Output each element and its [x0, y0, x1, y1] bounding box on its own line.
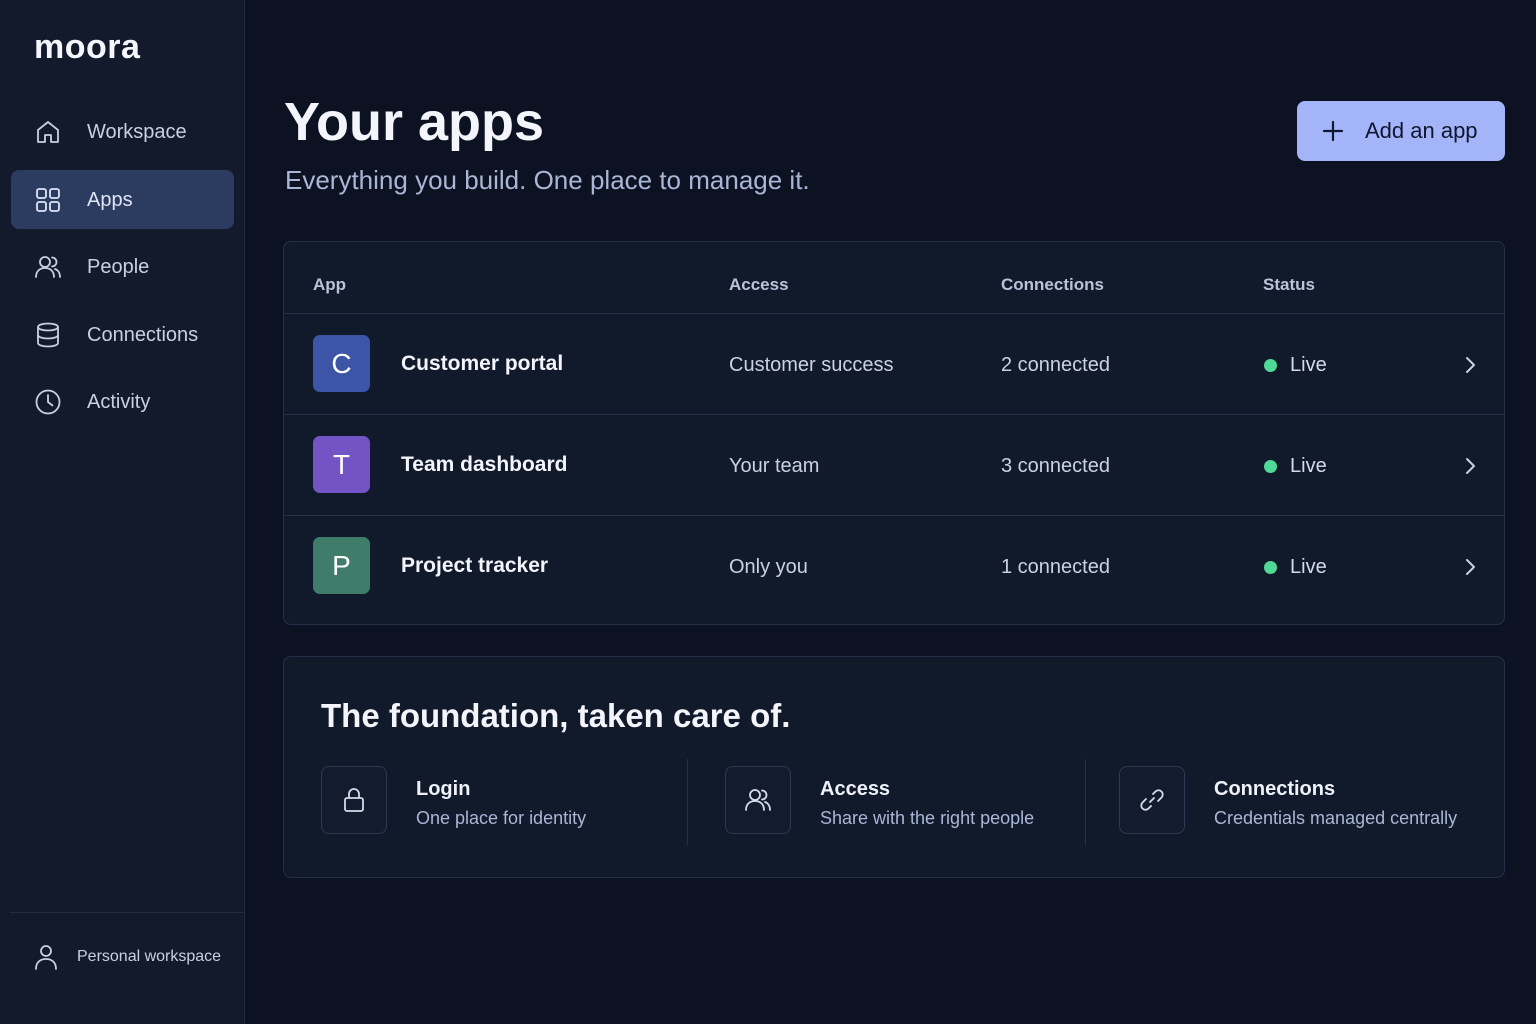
apps-table: App Access Connections Status C Customer…: [283, 241, 1505, 625]
app-root: moora Workspace Apps People Connections …: [0, 0, 1536, 1024]
status-badge: Live: [1290, 455, 1327, 477]
sidebar-item-label: Connections: [87, 323, 199, 346]
app-connections: 3 connected: [1001, 455, 1110, 477]
chevron-right-icon[interactable]: [1460, 455, 1480, 477]
sidebar-footer: Personal workspace: [10, 912, 244, 1024]
app-name: Customer portal: [401, 352, 564, 375]
column-header-access: Access: [729, 275, 789, 294]
plus-icon: [1322, 120, 1344, 142]
feature-desc: Credentials managed centrally: [1214, 808, 1458, 828]
foundation-title: The foundation, taken care of.: [321, 697, 791, 734]
column-header-app: App: [313, 275, 347, 294]
foundation-card: The foundation, taken care of. Login One…: [283, 656, 1505, 878]
table-row[interactable]: C Customer portal Customer success 2 con…: [284, 314, 1504, 415]
app-name: Team dashboard: [401, 453, 568, 476]
user-icon: [35, 945, 57, 970]
add-app-button-label: Add an app: [1365, 118, 1478, 143]
status-dot: [1264, 460, 1277, 473]
app-avatar: P: [313, 537, 370, 594]
workspace-name: Personal workspace: [77, 948, 222, 965]
app-connections: 1 connected: [1001, 556, 1110, 578]
sidebar-nav: Workspace Apps People Connections Activi…: [11, 102, 234, 440]
status-badge: Live: [1290, 354, 1327, 376]
sidebar-item-workspace[interactable]: Workspace: [11, 102, 234, 161]
app-avatar: C: [313, 335, 370, 392]
feature-title: Connections: [1214, 778, 1336, 800]
table-row[interactable]: T Team dashboard Your team 3 connected L…: [284, 415, 1504, 516]
feature-icon-box: [1119, 766, 1185, 834]
app-access: Only you: [729, 556, 808, 578]
app-name: Project tracker: [401, 554, 549, 577]
sidebar-item-label: Apps: [87, 188, 133, 211]
sidebar-item-people[interactable]: People: [11, 237, 234, 296]
sidebar: moora Workspace Apps People Connections …: [0, 0, 245, 1024]
chevron-right-icon[interactable]: [1460, 556, 1480, 578]
sidebar-item-connections[interactable]: Connections: [11, 305, 234, 364]
people-icon: [745, 789, 771, 811]
status-badge: Live: [1290, 556, 1327, 578]
clock-icon: [35, 389, 61, 415]
divider: [687, 759, 688, 845]
app-access: Your team: [729, 455, 820, 477]
status-dot: [1264, 359, 1277, 372]
feature-title: Access: [820, 778, 891, 800]
database-icon: [37, 322, 59, 347]
chevron-right-icon[interactable]: [1460, 354, 1480, 376]
column-header-status: Status: [1263, 275, 1315, 294]
feature-icon-box: [725, 766, 791, 834]
sidebar-item-label: People: [87, 256, 150, 278]
page-subtitle: Everything you build. One place to manag…: [285, 165, 810, 195]
sidebar-item-activity[interactable]: Activity: [11, 372, 234, 431]
workspace-switcher[interactable]: Personal workspace: [32, 943, 221, 971]
feature-desc: Share with the right people: [820, 808, 1035, 828]
sidebar-item-label: Activity: [87, 391, 151, 413]
brand-logo[interactable]: moora: [34, 28, 140, 67]
status-dot: [1264, 561, 1277, 574]
add-app-button[interactable]: Add an app: [1297, 101, 1505, 161]
app-avatar: T: [313, 436, 370, 493]
divider: [1085, 759, 1086, 845]
column-header-connections: Connections: [1001, 275, 1104, 294]
app-connections: 2 connected: [1001, 354, 1110, 376]
sidebar-item-apps[interactable]: Apps: [11, 169, 234, 229]
sidebar-item-label: Workspace: [87, 121, 187, 143]
app-access: Customer success: [729, 354, 894, 376]
table-header: App Access Connections Status: [284, 242, 1504, 314]
lock-icon: [344, 788, 364, 812]
page-title: Your apps: [284, 92, 545, 152]
people-icon: [35, 256, 61, 278]
home-icon: [37, 121, 59, 143]
grid-icon: [36, 187, 60, 212]
link-icon: [1140, 789, 1164, 811]
feature-title: Login: [416, 778, 471, 800]
feature-desc: One place for identity: [416, 808, 587, 828]
feature-icon-box: [321, 766, 387, 834]
table-row[interactable]: P Project tracker Only you 1 connected L…: [284, 516, 1504, 617]
